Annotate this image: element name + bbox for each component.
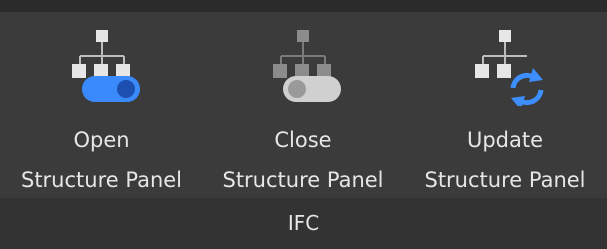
close-structure-panel-button[interactable]: Close Structure Panel	[203, 12, 403, 198]
structure-tree-toggle-on-icon	[71, 30, 140, 102]
open-label-line2: Structure Panel	[20, 168, 183, 192]
ifc-panel-body: Open Structure Panel Close Structure Pan…	[0, 12, 607, 198]
close-structure-panel-label: Close Structure Panel	[203, 120, 403, 200]
update-structure-panel-label: Update Structure Panel	[403, 120, 607, 200]
ribbon-top-edge	[0, 0, 607, 12]
update-structure-panel-button[interactable]: Update Structure Panel	[403, 12, 607, 198]
tool-row: Open Structure Panel Close Structure Pan…	[0, 12, 607, 198]
open-structure-panel-button[interactable]: Open Structure Panel	[0, 12, 203, 198]
ribbon-group-footer: IFC	[0, 198, 607, 249]
close-label-line2: Structure Panel	[222, 168, 384, 192]
open-label-line1: Open	[73, 128, 130, 152]
structure-tree-refresh-icon	[475, 30, 544, 106]
open-structure-panel-label: Open Structure Panel	[0, 120, 203, 200]
close-label-line1: Close	[274, 128, 332, 152]
update-label-line1: Update	[466, 128, 544, 152]
ribbon-panel: Open Structure Panel Close Structure Pan…	[0, 0, 607, 249]
update-label-line2: Structure Panel	[424, 168, 586, 192]
ifc-group-label: IFC	[287, 211, 320, 235]
structure-tree-toggle-off-icon	[273, 30, 341, 102]
